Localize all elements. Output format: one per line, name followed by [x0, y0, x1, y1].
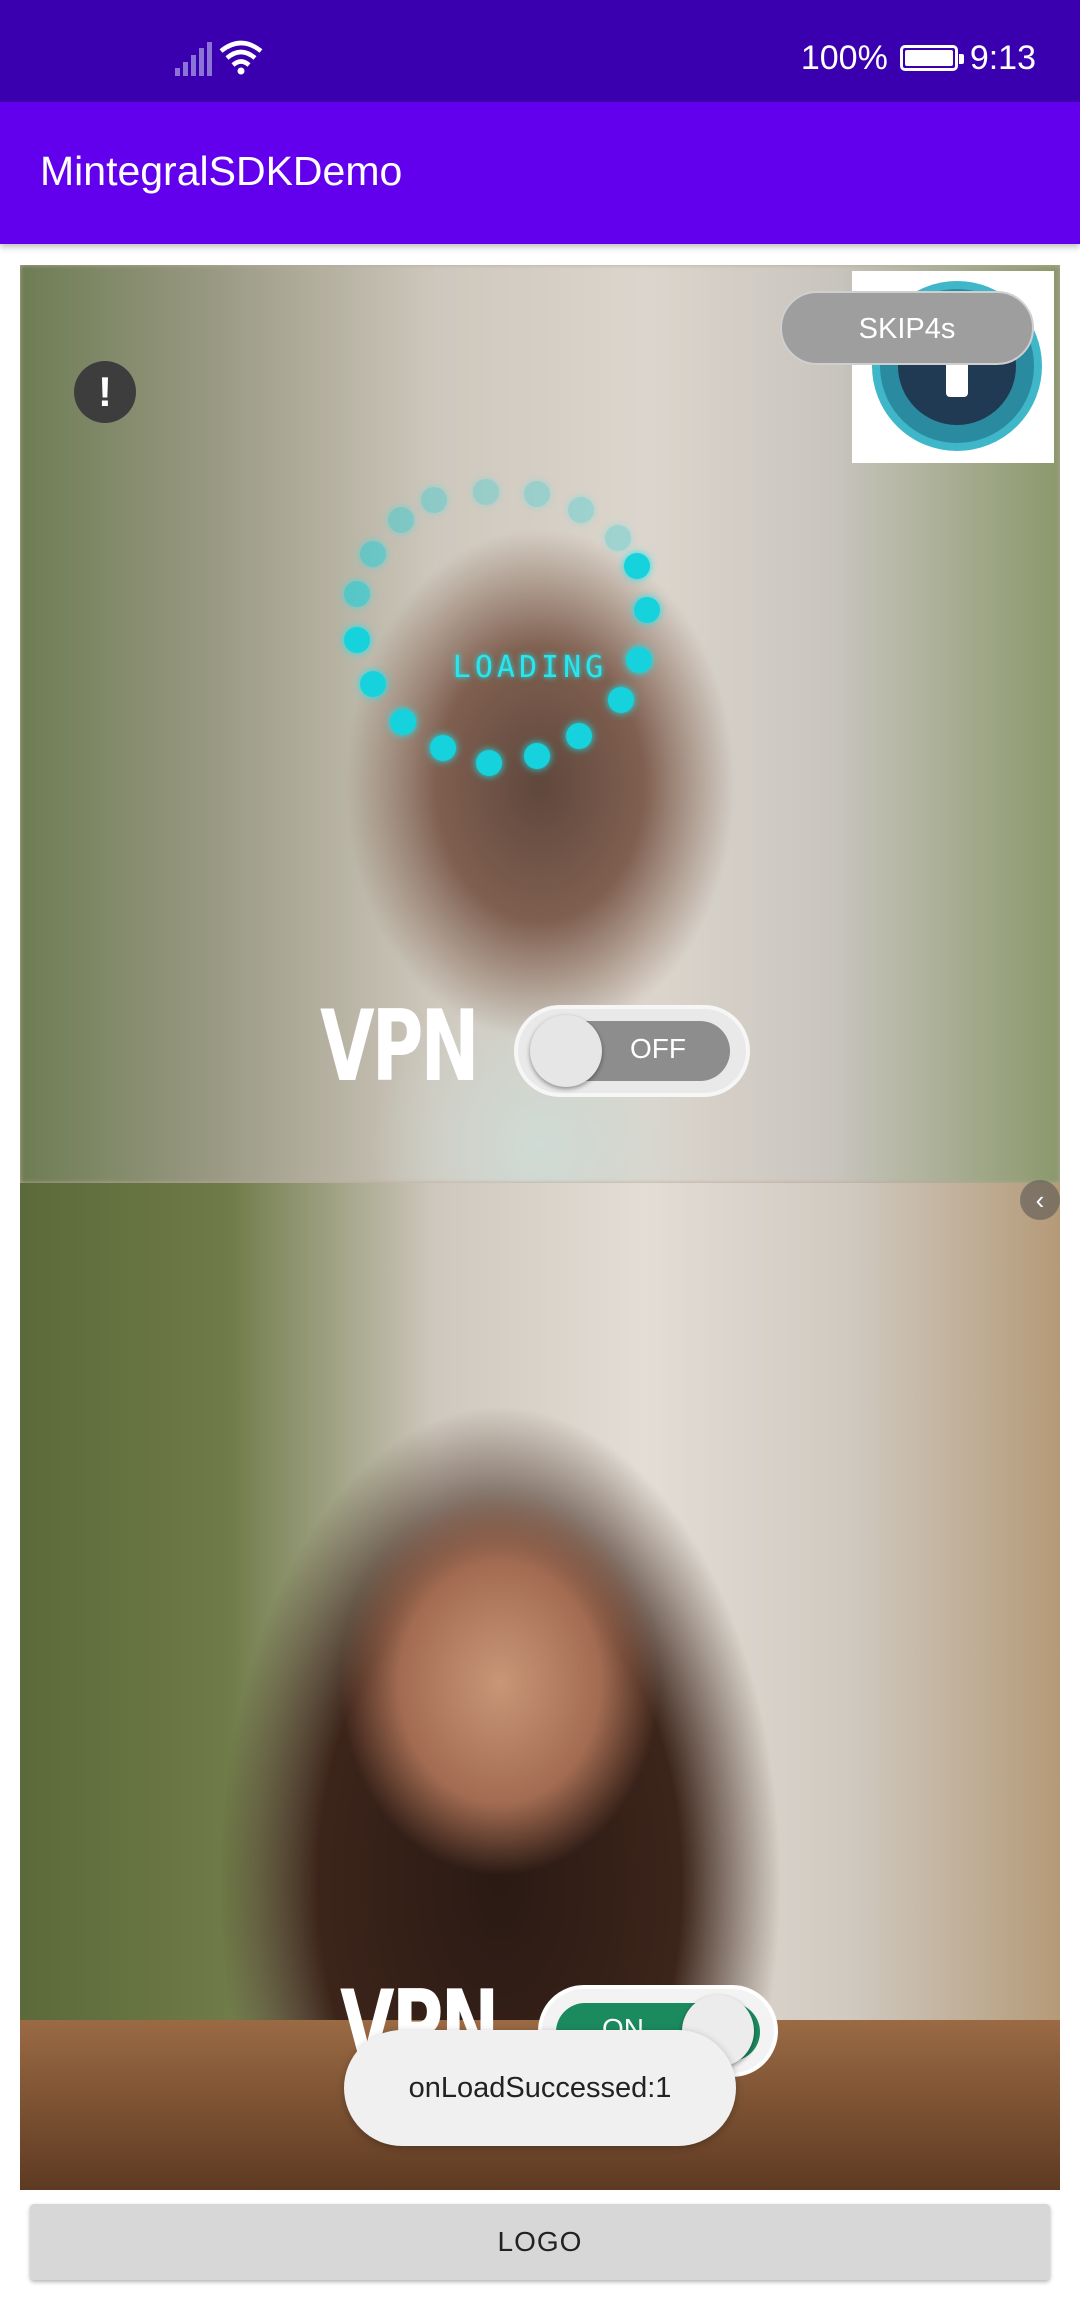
vpn-headline-top: VPN [320, 990, 480, 1104]
status-right: 100% 9:13 [801, 36, 1036, 80]
vpn-toggle-off[interactable]: OFF [514, 1005, 750, 1097]
signal-icon [175, 42, 212, 76]
toggle-knob [530, 1015, 602, 1087]
status-bar: 100% 9:13 [0, 0, 1080, 102]
loading-spinner: LOADING [338, 479, 718, 865]
battery-percent: 100% [800, 38, 888, 77]
alert-icon[interactable]: ! [74, 361, 136, 423]
chevron-left-icon[interactable]: ‹ [1020, 1180, 1060, 1220]
battery-icon [899, 45, 964, 71]
toggle-label-off: OFF [630, 1033, 686, 1064]
wifi-icon [219, 40, 263, 75]
toast-message: onLoadSuccessed:1 [344, 2030, 736, 2146]
skip-button[interactable]: SKIP4s [780, 291, 1034, 365]
loading-text: LOADING [452, 650, 608, 685]
clock: 9:13 [969, 38, 1036, 77]
app-bar: MintegralSDKDemo [0, 102, 1080, 244]
ad-container[interactable]: ! SKIP4s LOADING VPN OFF ‹ VPN ON [20, 265, 1060, 2190]
app-title: MintegralSDKDemo [40, 148, 403, 194]
logo-button[interactable]: LOGO [30, 2204, 1050, 2280]
